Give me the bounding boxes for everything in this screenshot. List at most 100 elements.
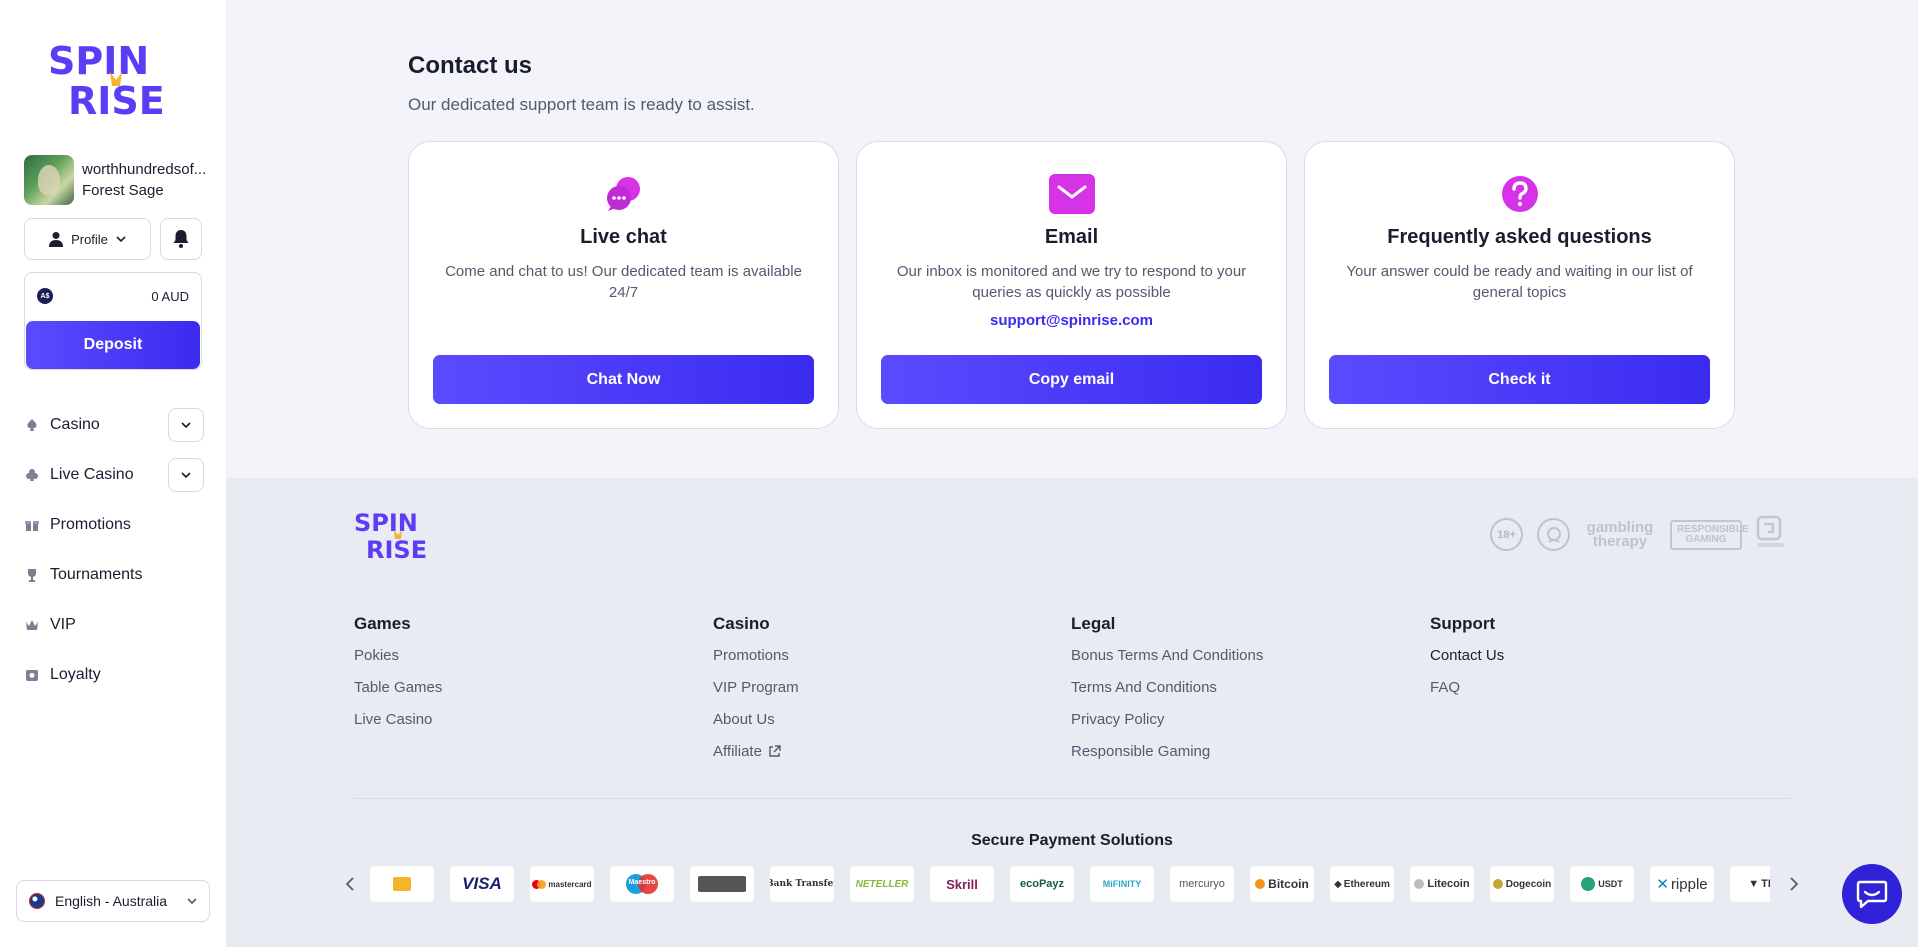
responsible-gaming-badge[interactable]: RESPONSIBLE GAMING: [1670, 519, 1749, 550]
footer-link-affiliate[interactable]: Affiliate: [713, 742, 1053, 774]
footer-link[interactable]: Pokies: [354, 646, 694, 678]
payment-logo-dogecoin: Dogecoin: [1490, 866, 1554, 902]
nav-label: VIP: [50, 616, 76, 633]
check-faq-button[interactable]: Check it: [1329, 355, 1710, 404]
chat-now-button[interactable]: Chat Now: [433, 355, 814, 404]
user-card[interactable]: worthhundredsof... Forest Sage: [24, 155, 210, 205]
expand-casino-button[interactable]: [168, 408, 204, 442]
footer-link[interactable]: FAQ: [1430, 678, 1770, 710]
nav-label: Promotions: [50, 516, 131, 533]
footer-link[interactable]: Responsible Gaming: [1071, 742, 1411, 774]
payment-logo-usdt: USDT: [1570, 866, 1634, 902]
payment-logo-litecoin: Litecoin: [1410, 866, 1474, 902]
card-text: Your answer could be ready and waiting i…: [1346, 263, 1693, 301]
payment-logo-skrill: Skrill: [930, 866, 994, 902]
spinrise-logo[interactable]: SPIN RISE: [46, 38, 182, 123]
footer-link[interactable]: Contact Us: [1430, 646, 1770, 678]
nav-item-promotions[interactable]: Promotions: [24, 500, 204, 550]
loyalty-icon: [24, 667, 40, 683]
notifications-button[interactable]: [160, 218, 202, 260]
footer-divider: [354, 798, 1790, 799]
nav-item-loyalty[interactable]: Loyalty: [24, 650, 204, 700]
profile-button[interactable]: Profile: [24, 218, 151, 260]
page-title: Contact us: [408, 52, 533, 79]
footer-col-title: Casino: [713, 614, 770, 633]
live-chat-card: Live chat Come and chat to us! Our dedic…: [408, 141, 839, 429]
payment-label: Ethereum: [1343, 878, 1390, 890]
page-subtitle: Our dedicated support team is ready to a…: [408, 95, 755, 114]
user-name: worthhundredsof...: [82, 161, 207, 178]
payment-label: USDT: [1598, 879, 1623, 889]
age-18-badge[interactable]: 18+: [1490, 518, 1523, 551]
footer-link[interactable]: About Us: [713, 710, 1053, 742]
nav-label: Casino: [50, 416, 100, 433]
payment-logo-bitcoin: Bitcoin: [1250, 866, 1314, 902]
payments-next-arrow[interactable]: [1784, 874, 1804, 894]
logo-graphic: SPIN RISE: [48, 39, 165, 123]
chat-icon: [1856, 880, 1888, 909]
footer-link[interactable]: Table Games: [354, 678, 694, 710]
payment-label: Bitcoin: [1268, 877, 1309, 891]
balance-amount: 0 AUD: [151, 288, 189, 304]
card-text: Our inbox is monitored and we try to res…: [896, 263, 1247, 301]
payments-title: Secure Payment Solutions: [971, 832, 1173, 849]
sidebar: SPIN RISE worthhundredsof... Forest Sage…: [0, 0, 226, 947]
payment-label: mastercard: [548, 879, 592, 889]
language-selector[interactable]: English - Australia: [16, 880, 210, 922]
gamcare-badge[interactable]: [1537, 518, 1570, 551]
support-email-link[interactable]: support@spinrise.com: [857, 312, 1286, 329]
footer: SPIN RISE 18+ gambling therapy RESPONSIB…: [226, 478, 1918, 947]
payment-logo-ebank: [690, 866, 754, 902]
nav-item-casino[interactable]: Casino: [24, 400, 204, 450]
card-title: Live chat: [580, 226, 667, 248]
payment-label: ripple: [1670, 875, 1708, 893]
trust-badges: 18+ gambling therapy RESPONSIBLE GAMING: [1490, 515, 1786, 554]
gamecare-icon[interactable]: [1756, 515, 1786, 554]
nav-item-vip[interactable]: VIP: [24, 600, 204, 650]
payment-logo-neteller: NETELLER: [850, 866, 914, 902]
footer-link[interactable]: Privacy Policy: [1071, 710, 1411, 742]
payment-logo-ripple: ✕ ripple: [1650, 866, 1714, 902]
card-title: Frequently asked questions: [1387, 226, 1652, 248]
payment-logo-ethereum: ◆ Ethereum: [1330, 866, 1394, 902]
footer-col-casino: Casino Promotions VIP Program About Us A…: [713, 614, 1053, 774]
footer-col-legal: Legal Bonus Terms And Conditions Terms A…: [1071, 614, 1411, 774]
footer-logo[interactable]: SPIN RISE: [354, 508, 442, 564]
footer-link[interactable]: Promotions: [713, 646, 1053, 678]
payment-label: Litecoin: [1427, 878, 1470, 890]
expand-live-casino-button[interactable]: [168, 458, 204, 492]
nav-item-tournaments[interactable]: Tournaments: [24, 550, 204, 600]
footer-link[interactable]: VIP Program: [713, 678, 1053, 710]
language-label: English - Australia: [55, 893, 168, 909]
footer-col-title: Support: [1430, 614, 1496, 633]
footer-link[interactable]: Terms And Conditions: [1071, 678, 1411, 710]
gambling-therapy-badge[interactable]: gambling therapy: [1584, 520, 1656, 549]
external-link-icon: [769, 745, 781, 757]
payment-logo-bank-transfer: Bank Transfer: [770, 866, 834, 902]
copy-email-button[interactable]: Copy email: [881, 355, 1262, 404]
trophy-icon: [24, 567, 40, 583]
nav-label: Live Casino: [50, 466, 134, 483]
nav-item-live-casino[interactable]: Live Casino: [24, 450, 204, 500]
club-icon: [24, 467, 40, 483]
payment-logo-mastercard: mastercard: [530, 866, 594, 902]
chevron-right-icon: [1790, 877, 1798, 891]
payment-logo-maestro: Maestro: [610, 866, 674, 902]
footer-link[interactable]: Live Casino: [354, 710, 694, 742]
payment-logo-visa: VISA: [450, 866, 514, 902]
main-nav: Casino Live Casino Promotions Tournament…: [24, 400, 204, 700]
footer-logo-top: SPIN: [354, 509, 418, 537]
footer-link[interactable]: Bonus Terms And Conditions: [1071, 646, 1411, 678]
faq-card: Frequently asked questions Your answer c…: [1304, 141, 1735, 429]
payment-logo-mercuryo: mercuryo: [1170, 866, 1234, 902]
user-rank: Forest Sage: [82, 182, 164, 199]
email-card: Email Our inbox is monitored and we try …: [856, 141, 1287, 429]
live-chat-launcher-button[interactable]: [1842, 864, 1902, 924]
payments-prev-arrow[interactable]: [340, 874, 360, 894]
avatar[interactable]: [24, 155, 74, 205]
chevron-down-icon: [181, 422, 191, 428]
bell-icon: [173, 230, 189, 248]
deposit-button[interactable]: Deposit: [26, 321, 200, 369]
nav-label: Tournaments: [50, 566, 143, 583]
contact-section: Contact us Our dedicated support team is…: [226, 0, 1918, 478]
